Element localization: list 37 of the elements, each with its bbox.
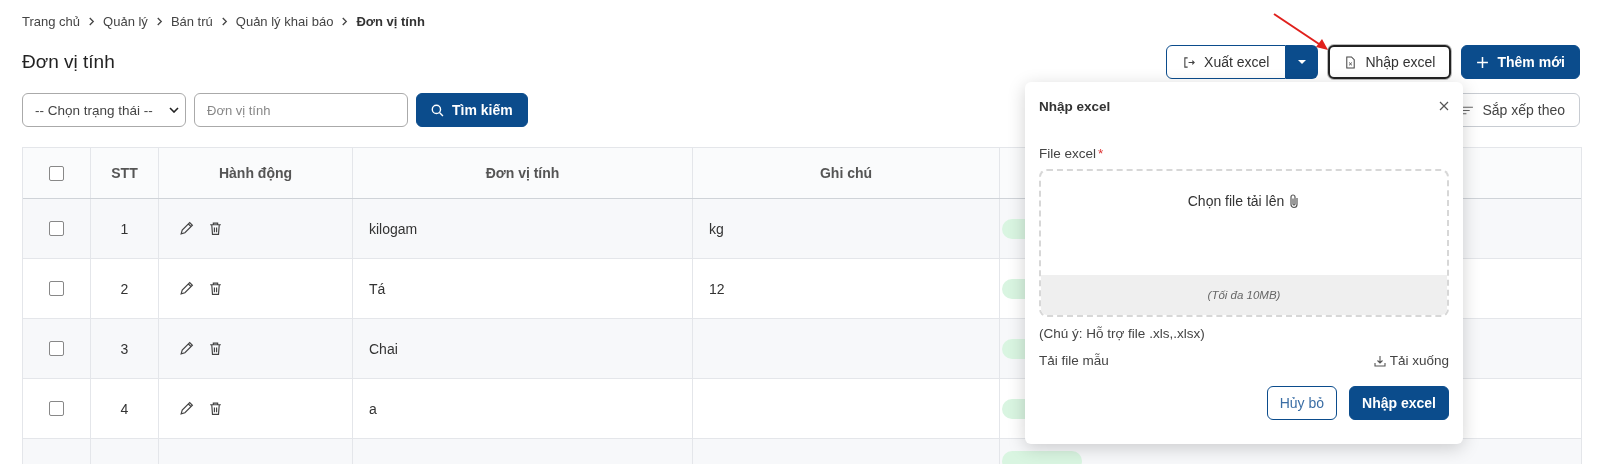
drop-text: Chọn file tải lên	[1187, 193, 1285, 209]
table-cell: Chai	[353, 319, 693, 378]
file-drop-zone[interactable]: Chọn file tải lên (Tối đa 10MB)	[1039, 169, 1449, 317]
table-cell: a	[353, 379, 693, 438]
add-button[interactable]: Thêm mới	[1461, 45, 1580, 79]
breadcrumb-item[interactable]: Quản lý khai báo	[235, 13, 334, 29]
status-select[interactable]: -- Chọn trạng thái --	[22, 93, 186, 127]
breadcrumb-item[interactable]: Trang chủ	[22, 13, 81, 29]
field-label: File excel	[1039, 146, 1097, 161]
page-title: Đơn vị tính	[22, 51, 115, 73]
format-note: (Chú ý: Hỗ trợ file .xls,.xlsx)	[1039, 326, 1206, 341]
search-button[interactable]: Tìm kiếm	[416, 93, 528, 127]
template-label: Tải file mẫu	[1039, 353, 1109, 368]
cancel-button[interactable]: Hủy bỏ	[1266, 386, 1338, 420]
breadcrumb-item[interactable]: Quản lý	[103, 13, 148, 29]
submit-button[interactable]: Nhập excel	[1349, 386, 1449, 420]
table-cell: 1	[91, 199, 159, 258]
dialog-title: Nhập excel	[1039, 98, 1111, 114]
column-header: Ghi chú	[693, 148, 1000, 198]
column-header: Đơn vị tính	[353, 148, 693, 198]
column-header: STT	[91, 148, 159, 198]
breadcrumb-item[interactable]: Bán trú	[170, 13, 213, 29]
table-cell: 12	[693, 259, 1000, 318]
table-cell: Tá	[353, 259, 693, 318]
export-button[interactable]: Xuất excel	[1166, 45, 1287, 79]
table-cell: kilogam	[353, 199, 693, 258]
table-cell: kg	[693, 199, 1000, 258]
breadcrumb-item: Đơn vị tính	[356, 13, 425, 29]
name-search-field[interactable]: Đơn vị tính	[194, 93, 408, 127]
size-limit: (Tối đa 10MB)	[1041, 275, 1447, 315]
table-cell: 2	[91, 259, 159, 318]
import-button[interactable]: Nhập excel	[1328, 45, 1452, 79]
download-link[interactable]: Tải xuống	[1373, 353, 1449, 368]
column-header: Hành động	[159, 148, 353, 198]
required-mark: *	[1098, 146, 1104, 161]
table-cell: 4	[91, 379, 159, 438]
table-cell: 3	[91, 319, 159, 378]
